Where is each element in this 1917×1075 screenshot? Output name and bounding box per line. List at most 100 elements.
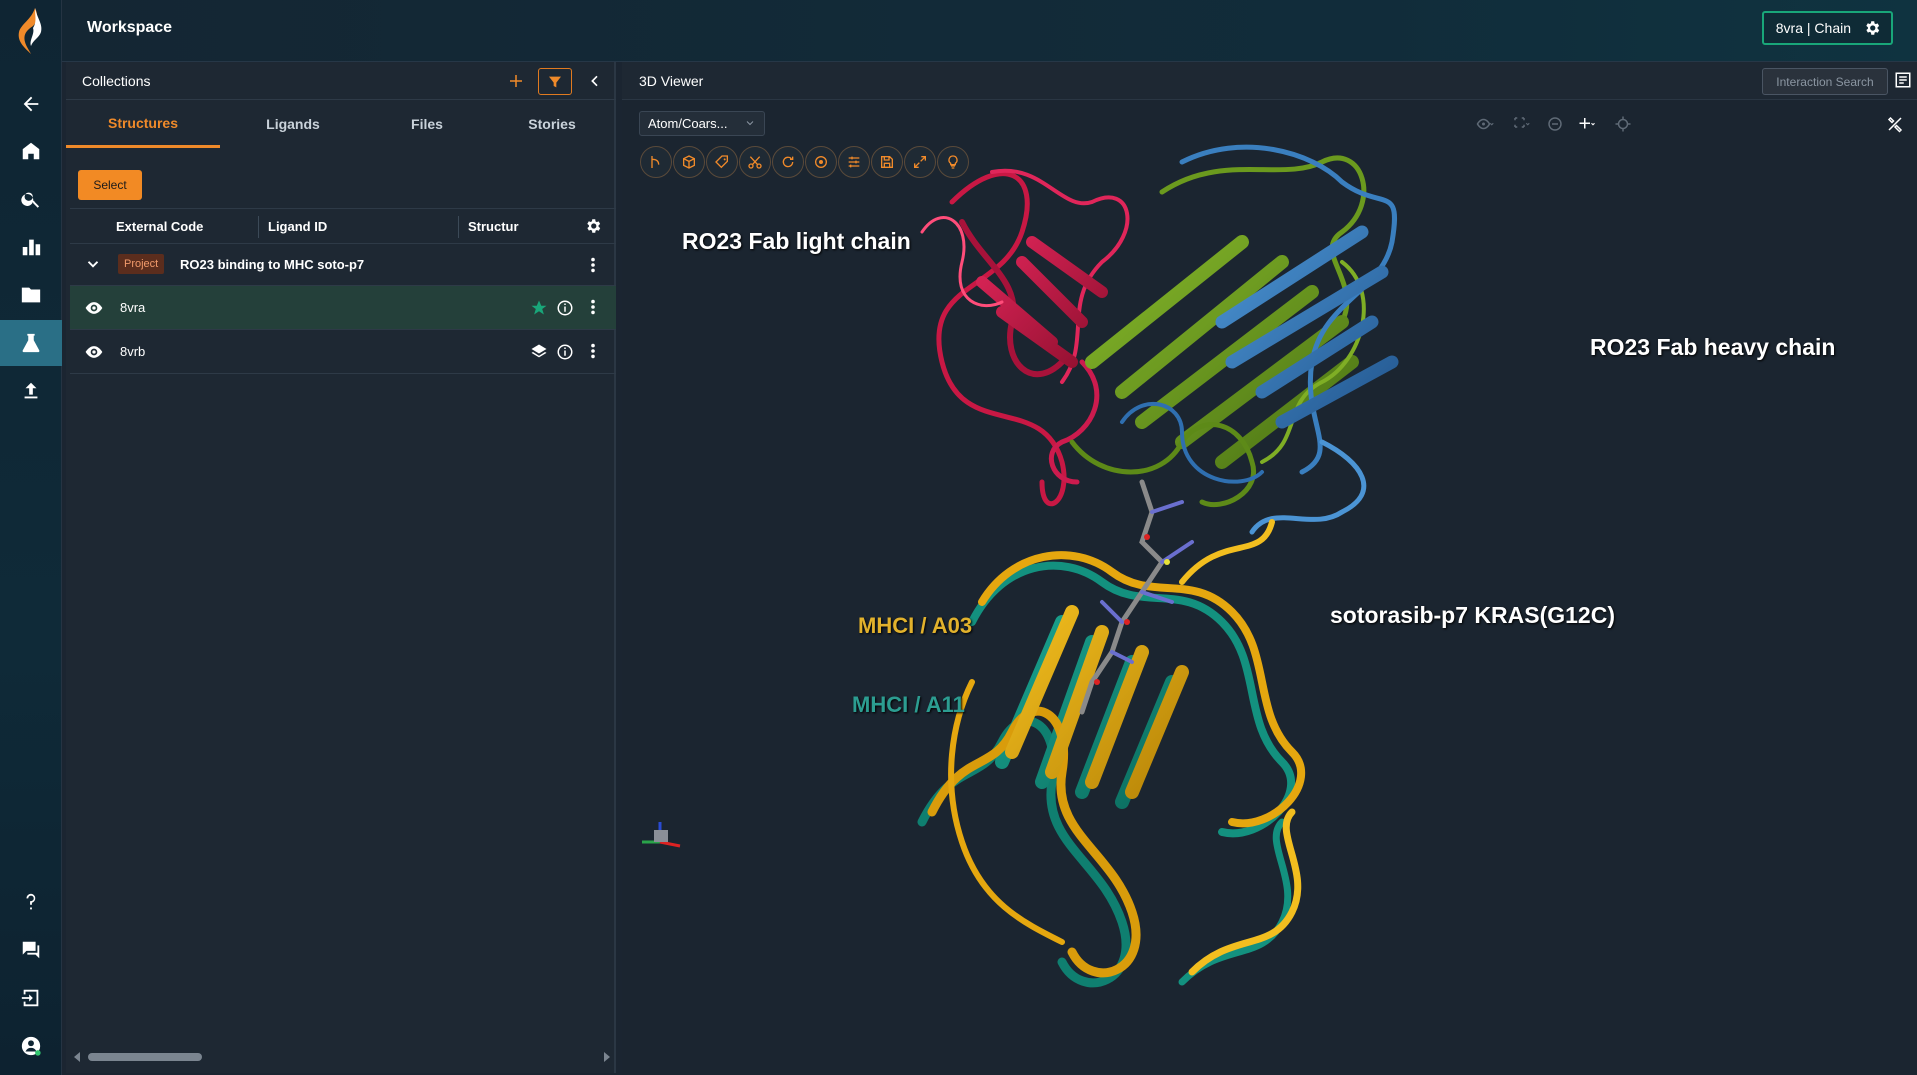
column-structure[interactable]: Structur: [468, 219, 519, 234]
rail-feedback-button[interactable]: [0, 927, 62, 973]
tab-structures[interactable]: Structures: [66, 100, 220, 148]
tab-ligands[interactable]: Ligands: [220, 100, 366, 148]
bar-chart-icon: [22, 239, 41, 256]
column-settings-button[interactable]: [584, 217, 604, 237]
crosshair-icon: [1615, 116, 1631, 132]
filter-button[interactable]: [538, 68, 572, 95]
cube-icon: [683, 155, 695, 169]
gear-icon: [587, 219, 601, 233]
chevron-down-icon[interactable]: [84, 255, 102, 273]
refresh-icon: [782, 156, 794, 168]
select-button[interactable]: Select: [78, 170, 142, 200]
collections-title: Collections: [82, 73, 151, 89]
more-vertical-icon: [591, 299, 595, 315]
star-icon: [531, 300, 547, 315]
more-vertical-icon: [591, 257, 595, 273]
project-row[interactable]: Project RO23 binding to MHC soto-p7: [70, 244, 616, 286]
tab-files[interactable]: Files: [366, 100, 488, 148]
plus-icon: [510, 75, 522, 87]
search-icon: [21, 192, 40, 208]
target-icon: [815, 156, 827, 168]
gear-icon: [1866, 21, 1880, 35]
expand-tool-button[interactable]: [904, 146, 936, 178]
selection-icon: [1514, 117, 1530, 128]
heavy-chain-label: RO23 Fab heavy chain: [1590, 334, 1836, 360]
viewer-header: 3D Viewer Interaction Search: [622, 62, 1917, 100]
center-view-button[interactable]: [1610, 113, 1636, 135]
table-header: External Code Ligand ID Structur: [70, 208, 616, 244]
rail-account-button[interactable]: [0, 1023, 62, 1069]
scroll-left-icon[interactable]: [72, 1051, 82, 1063]
visibility-toggle[interactable]: [84, 299, 104, 317]
side-panel-toggle[interactable]: [1894, 71, 1914, 91]
save-tool-button[interactable]: [871, 146, 903, 178]
refresh-tool-button[interactable]: [772, 146, 804, 178]
representation-select[interactable]: Atom/Coars...: [639, 111, 765, 136]
eye-icon: [85, 346, 103, 358]
row-menu-button[interactable]: [588, 342, 598, 362]
target-tool-button[interactable]: [805, 146, 837, 178]
add-collection-button[interactable]: [504, 69, 528, 93]
folder-icon: [21, 287, 41, 303]
interaction-search-button[interactable]: Interaction Search: [1762, 68, 1888, 95]
viewer-panel: 3D Viewer Interaction Search Atom/Coars.…: [622, 62, 1917, 1075]
column-resize-handle[interactable]: [258, 216, 259, 238]
scroll-right-icon[interactable]: [602, 1051, 612, 1063]
selection-menu-button[interactable]: [1508, 113, 1534, 135]
rail-logout-button[interactable]: [0, 975, 62, 1021]
sliders-tool-button[interactable]: [838, 146, 870, 178]
viewer-title: 3D Viewer: [639, 73, 704, 89]
left-rail: [0, 0, 62, 1075]
save-icon: [881, 156, 893, 168]
flask-icon: [22, 333, 40, 353]
project-name: RO23 binding to MHC soto-p7: [180, 257, 365, 272]
rail-back-button[interactable]: [0, 81, 62, 127]
rail-folders-button[interactable]: [0, 272, 62, 318]
chevron-down-icon: [746, 121, 754, 126]
add-menu-button[interactable]: [1574, 113, 1600, 135]
rail-home-button[interactable]: [0, 128, 62, 174]
horizontal-scrollbar[interactable]: [72, 1050, 612, 1064]
layers-button[interactable]: [530, 343, 548, 361]
visibility-toggle[interactable]: [84, 343, 104, 361]
rail-analytics-button[interactable]: [0, 224, 62, 270]
molecule-canvas[interactable]: [622, 62, 1917, 1075]
arrow-left-icon: [23, 96, 39, 112]
home-icon: [22, 142, 40, 160]
tools-icon: [1887, 116, 1903, 133]
column-ligand-id[interactable]: Ligand ID: [268, 219, 327, 234]
tools-settings-button[interactable]: [1882, 113, 1908, 135]
upload-icon: [24, 382, 38, 399]
rail-upload-button[interactable]: [0, 368, 62, 414]
rail-structures-button[interactable]: [0, 320, 62, 366]
top-bar: Workspace 8vra | Chain: [62, 0, 1917, 62]
info-button[interactable]: [556, 343, 574, 361]
chain-settings-button[interactable]: 8vra | Chain: [1761, 11, 1893, 45]
light-chain-ribbon: [920, 168, 1130, 507]
bulb-tool-button[interactable]: [937, 146, 969, 178]
rail-help-button[interactable]: [0, 879, 62, 925]
favorite-button[interactable]: [530, 299, 548, 317]
tab-stories[interactable]: Stories: [488, 100, 616, 148]
project-menu-button[interactable]: [588, 256, 598, 276]
scissors-tool-button[interactable]: [739, 146, 771, 178]
tag-tool-button[interactable]: [706, 146, 738, 178]
page-title: Workspace: [87, 19, 173, 36]
row-menu-button[interactable]: [588, 298, 598, 318]
app-root: Workspace 8vra | Chain Collections Struc…: [0, 0, 1917, 1075]
branch-tool-button[interactable]: [640, 146, 672, 178]
table-row[interactable]: 8vra: [70, 286, 616, 330]
logo-icon: [18, 8, 42, 54]
zoom-out-button[interactable]: [1542, 113, 1568, 135]
visibility-menu-button[interactable]: [1472, 113, 1498, 135]
mhc-a03-label: MHCI / A03: [858, 613, 973, 638]
column-resize-handle[interactable]: [458, 216, 459, 238]
account-icon: [21, 1036, 41, 1056]
cube-tool-button[interactable]: [673, 146, 705, 178]
column-external-code[interactable]: External Code: [116, 219, 203, 234]
scrollbar-thumb[interactable]: [88, 1053, 202, 1061]
info-button[interactable]: [556, 299, 574, 317]
table-row[interactable]: 8vrb: [70, 330, 616, 374]
collapse-panel-button[interactable]: [583, 69, 607, 93]
rail-search-button[interactable]: [0, 176, 62, 222]
